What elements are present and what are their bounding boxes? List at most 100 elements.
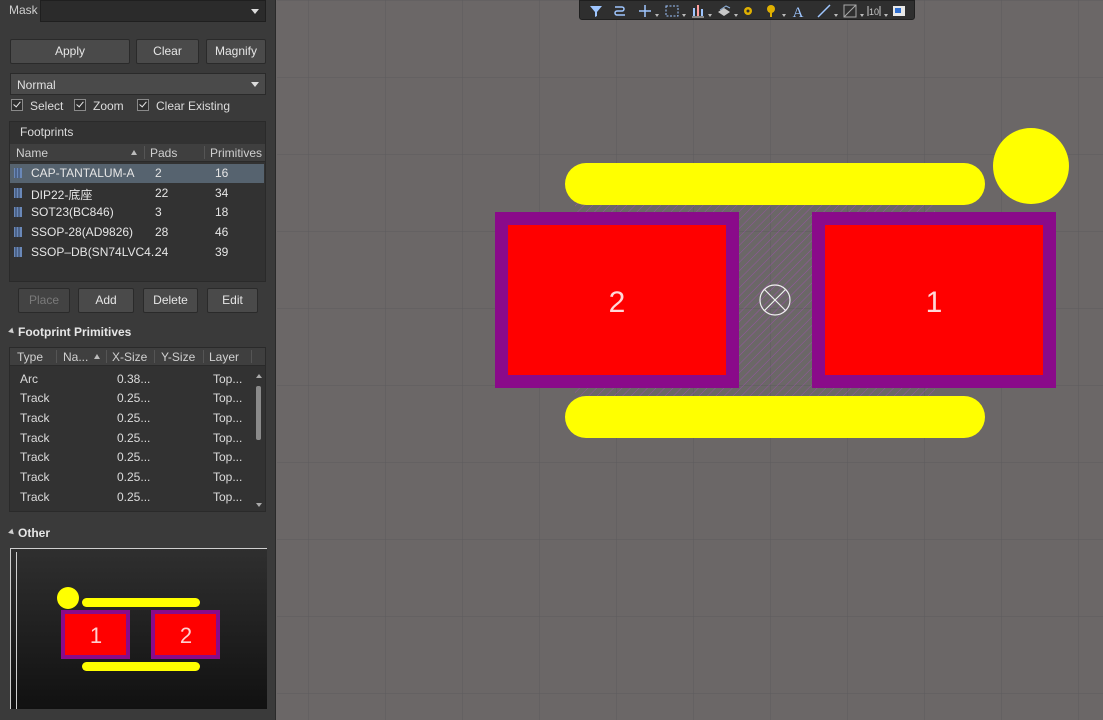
pcb-canvas[interactable]: 2 1	[277, 0, 1103, 720]
mask-combo[interactable]	[40, 0, 266, 22]
footprint-row[interactable]: SOT23(BC846) 3 18	[10, 203, 264, 222]
footprint-pads: 28	[155, 225, 169, 239]
footprint-primitives: 16	[215, 166, 229, 180]
column-header-name[interactable]: Name	[16, 146, 48, 160]
other-title: Other	[18, 526, 51, 540]
caret-icon[interactable]	[860, 14, 864, 17]
caret-icon[interactable]	[734, 14, 738, 17]
primitive-row[interactable]: Track 0.25... Top...	[10, 429, 255, 448]
footprint-primitives: 39	[215, 245, 229, 259]
silkscreen-top-line[interactable]	[565, 163, 985, 205]
column-header-xsize[interactable]: X-Size	[112, 350, 147, 364]
column-header-name[interactable]: Na...	[63, 350, 88, 364]
primitive-type: Arc	[20, 372, 38, 386]
primitive-row[interactable]: Track 0.25... Top...	[10, 409, 255, 428]
caret-icon[interactable]	[682, 14, 686, 17]
primitive-row[interactable]: Track 0.25... Top...	[10, 448, 255, 467]
mode-select[interactable]: Normal	[10, 73, 266, 95]
footprint-icon	[14, 227, 22, 237]
footprints-title: Footprints	[20, 125, 74, 139]
view-icon[interactable]	[891, 3, 907, 19]
primitive-type: Track	[20, 391, 50, 405]
footprint-icon	[14, 188, 22, 198]
place-button[interactable]: Place	[18, 288, 70, 313]
caret-icon[interactable]	[782, 14, 786, 17]
column-divider[interactable]	[106, 350, 107, 363]
primitives-scrollbar[interactable]	[254, 368, 264, 511]
zoom-label: Zoom	[93, 99, 124, 113]
text-icon[interactable]: A	[790, 3, 806, 19]
column-header-layer[interactable]: Layer	[209, 350, 239, 364]
clear-button[interactable]: Clear	[136, 39, 199, 64]
primitive-row[interactable]: Track 0.25... Top...	[10, 468, 255, 487]
select-rect-icon[interactable]	[664, 3, 680, 19]
column-header-ysize[interactable]: Y-Size	[161, 350, 195, 364]
clear-existing-label: Clear Existing	[156, 99, 231, 113]
sort-asc-icon	[94, 354, 100, 359]
primitive-row[interactable]: Track 0.25... Top...	[10, 389, 255, 408]
footprint-row[interactable]: SSOP–DB(SN74LVC4... 24 39	[10, 243, 264, 262]
canvas-drawing[interactable]: 2 1	[277, 0, 1103, 720]
collapse-arrow-icon	[8, 327, 16, 336]
silkscreen-bottom-line[interactable]	[565, 396, 985, 438]
dimension-icon[interactable]: 10	[866, 3, 882, 19]
scroll-up-icon[interactable]	[256, 374, 262, 378]
footprint-row[interactable]: CAP-TANTALUM-A 2 16	[10, 164, 264, 183]
align-icon[interactable]	[690, 3, 706, 19]
footprint-name: SOT23(BC846)	[31, 205, 114, 219]
scroll-thumb[interactable]	[256, 386, 261, 440]
checkbox-box[interactable]	[137, 99, 149, 111]
caret-icon[interactable]	[655, 14, 659, 17]
primitive-xsize: 0.25...	[117, 470, 151, 484]
column-divider[interactable]	[203, 350, 204, 363]
scroll-down-icon[interactable]	[256, 503, 262, 507]
footprint-pads: 2	[155, 166, 162, 180]
primitive-row[interactable]: Track 0.25... Top...	[10, 488, 255, 507]
fill-icon[interactable]	[842, 3, 858, 19]
column-divider[interactable]	[56, 350, 57, 363]
cross-icon[interactable]	[637, 3, 653, 19]
primitive-xsize: 0.25...	[117, 431, 151, 445]
collapse-arrow-icon	[8, 528, 16, 537]
caret-icon[interactable]	[708, 14, 712, 17]
pin1-marker[interactable]	[993, 128, 1069, 204]
magnify-button[interactable]: Magnify	[206, 39, 266, 64]
column-divider[interactable]	[144, 146, 145, 159]
filter-icon[interactable]	[588, 3, 604, 19]
column-divider[interactable]	[251, 350, 252, 363]
checkbox-box[interactable]	[74, 99, 86, 111]
footprint-row[interactable]: SSOP-28(AD9826) 28 46	[10, 223, 264, 242]
column-divider[interactable]	[204, 146, 205, 159]
pad-icon[interactable]	[764, 3, 780, 19]
checkbox-box[interactable]	[11, 99, 23, 111]
primitive-type: Track	[20, 411, 50, 425]
primitive-xsize: 0.38...	[117, 372, 151, 386]
preview-silk-top	[82, 598, 200, 607]
footprint-name: SSOP-28(AD9826)	[31, 225, 134, 239]
footprint-pads: 22	[155, 186, 169, 200]
via-icon[interactable]	[740, 3, 756, 19]
footprint-row[interactable]: DIP22-底座 22 34	[10, 184, 264, 203]
footprint-pads: 24	[155, 245, 169, 259]
footprint-icon	[14, 207, 22, 217]
footprint-name: DIP22-底座	[31, 188, 93, 202]
apply-button[interactable]: Apply	[10, 39, 130, 64]
column-header-pads[interactable]: Pads	[150, 146, 177, 160]
route-icon[interactable]	[612, 3, 628, 19]
caret-icon[interactable]	[884, 14, 888, 17]
footprint-preview: 1 2	[10, 548, 267, 709]
primitives-grid: Type Na... X-Size Y-Size Layer Arc 0.38.…	[9, 347, 266, 512]
column-header-type[interactable]: Type	[17, 350, 43, 364]
line-icon[interactable]	[816, 3, 832, 19]
primitive-xsize: 0.25...	[117, 490, 151, 504]
primitive-layer: Top...	[213, 372, 243, 386]
layer-icon[interactable]	[716, 3, 732, 19]
caret-icon[interactable]	[834, 14, 838, 17]
column-header-primitives[interactable]: Primitives	[210, 146, 262, 160]
add-button[interactable]: Add	[78, 288, 134, 313]
primitive-row[interactable]: Arc 0.38... Top...	[10, 370, 255, 389]
edit-button[interactable]: Edit	[207, 288, 258, 313]
footprint-name: CAP-TANTALUM-A	[31, 166, 135, 180]
delete-button[interactable]: Delete	[143, 288, 198, 313]
column-divider[interactable]	[154, 350, 155, 363]
